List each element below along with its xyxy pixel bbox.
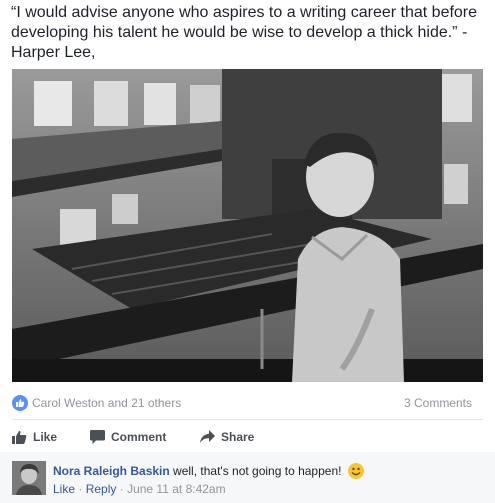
reactions-bar: Carol Weston and 21 others 3 Comments: [12, 392, 483, 414]
profile-photo: [12, 461, 46, 495]
comment-text: well, that's not going to happen!: [173, 464, 342, 478]
comment-button[interactable]: Comment: [90, 430, 166, 444]
comment-reply-link[interactable]: Reply: [86, 482, 117, 496]
share-arrow-icon: [200, 430, 215, 443]
comment-body: Nora Raleigh Baskin well, that's not goi…: [53, 463, 364, 479]
courtroom-photo: [12, 69, 483, 382]
share-button[interactable]: Share: [200, 430, 254, 444]
share-label: Share: [221, 430, 255, 444]
post-photo[interactable]: [12, 69, 483, 382]
meta-separator: ·: [78, 482, 83, 496]
comment-count[interactable]: 3 Comments: [404, 396, 472, 410]
comment-section: Nora Raleigh Baskin well, that's not goi…: [0, 452, 495, 503]
comment-meta: Like · Reply · June 11 at 8:42am: [53, 482, 226, 496]
comment-author[interactable]: Nora Raleigh Baskin: [53, 464, 170, 478]
comment-icon: [90, 430, 105, 444]
thumbs-up-icon: [12, 430, 27, 444]
divider: [12, 419, 483, 420]
like-label: Like: [33, 430, 58, 444]
like-reaction-icon[interactable]: [12, 395, 28, 411]
comment-timestamp[interactable]: June 11 at 8:42am: [127, 482, 226, 496]
like-button[interactable]: Like: [12, 430, 57, 444]
avatar[interactable]: [12, 461, 46, 495]
smiley-emoji-icon: [347, 463, 364, 479]
post-text: “I would advise anyone who aspires to a …: [11, 4, 478, 61]
reaction-names[interactable]: Carol Weston and 21 others: [32, 396, 181, 410]
action-bar: Like Comment Share: [12, 425, 483, 451]
comment-label: Comment: [111, 430, 167, 444]
comment-like-link[interactable]: Like: [53, 482, 75, 496]
meta-separator: ·: [119, 482, 124, 496]
